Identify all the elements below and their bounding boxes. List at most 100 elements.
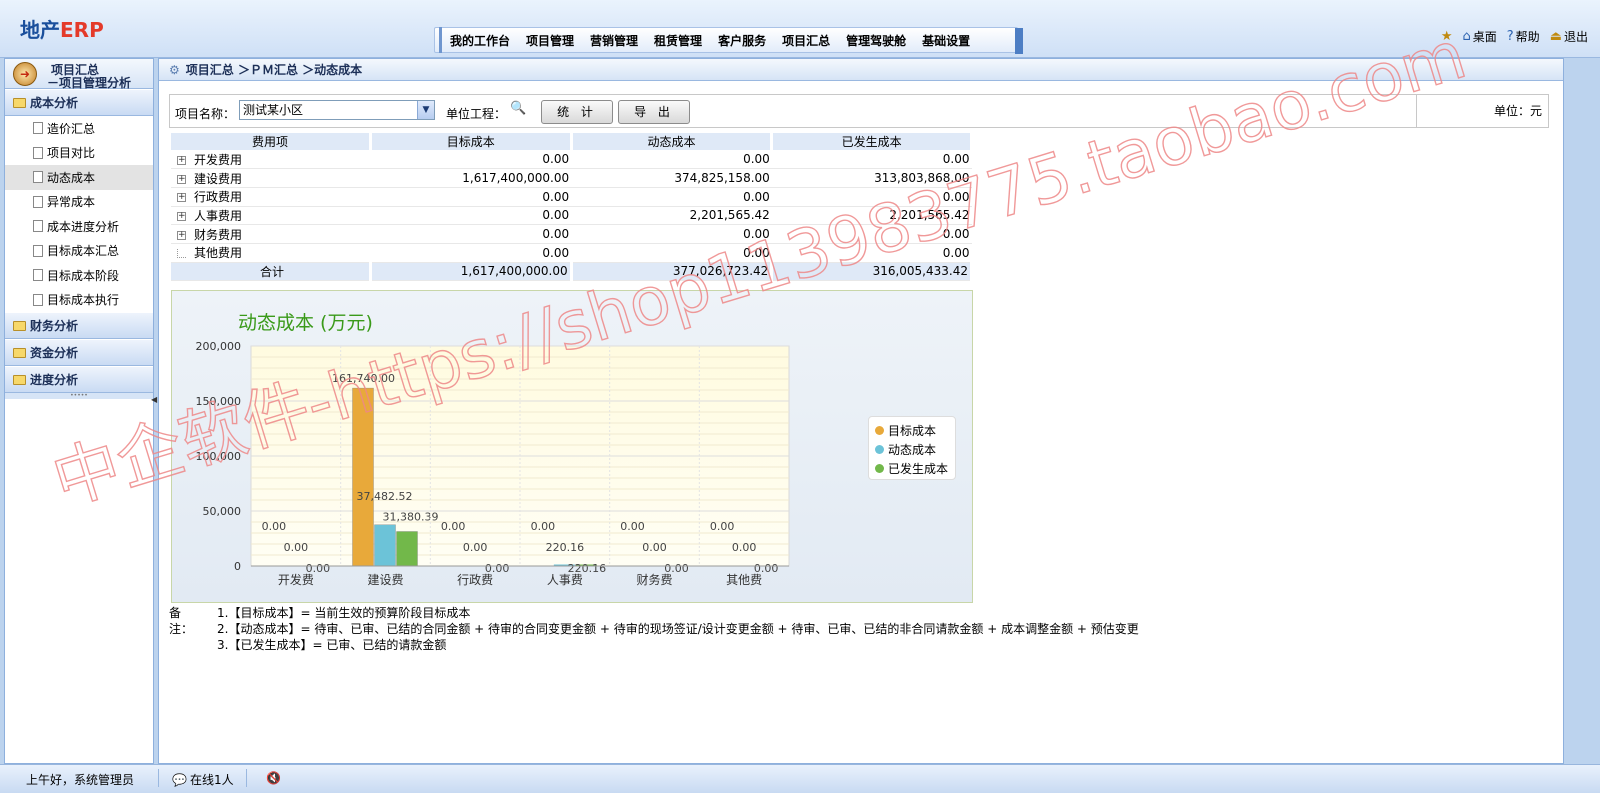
gear-icon: ⚙ [169, 62, 180, 77]
data-label: 0.00 [620, 520, 645, 533]
help-button[interactable]: ? 帮助 [1507, 28, 1540, 45]
chart-legend: 目标成本 动态成本 已发生成本 [868, 416, 956, 480]
sidebar-item-target-summary[interactable]: 目标成本汇总 [5, 239, 153, 264]
cost-item-name: + 行政费用 [171, 187, 371, 207]
cost-item-name: + 建设费用 [171, 168, 371, 188]
chart-panel: 动态成本 (万元) 0 50,000 100,000 150,000 200,000 开发费… [171, 290, 973, 603]
data-label: 0.00 [754, 562, 779, 575]
top-navigation: 我的工作台 项目管理 营销管理 租赁管理 客户服务 项目汇总 管理驾驶舱 基础设… [434, 27, 1023, 54]
cost-item-name: + 开发费用 [171, 150, 371, 170]
stat-button[interactable]: 统 计 [541, 100, 613, 124]
sidebar-header: ➜ 项目汇总 －项目管理分析 [5, 59, 153, 90]
dynamic-cost-cell: 2,201,565.42 [571, 206, 772, 226]
collapse-arrow-icon[interactable]: ◀ [151, 395, 157, 411]
app-header: 地产ERP 我的工作台 项目管理 营销管理 租赁管理 客户服务 项目汇总 管理驾… [0, 0, 1600, 58]
sidebar-item-abnormal-cost[interactable]: 异常成本 [5, 190, 153, 215]
divider [158, 769, 159, 787]
data-label: 0.00 [441, 520, 466, 533]
incurred-cost-cell: 0.00 [771, 243, 972, 263]
legend-item[interactable]: 动态成本 [875, 440, 949, 459]
expand-icon[interactable]: + [177, 230, 186, 240]
table-body: + 开发费用 0.00 0.00 0.00 + 建设费用 1,617,400,000.00 37… [171, 150, 973, 282]
expand-icon[interactable]: + [177, 174, 186, 184]
table-total-row: 合计 1,617,400,000.00 377,026,723.42 316,005,… [171, 262, 973, 282]
document-icon [33, 146, 43, 159]
data-label: 0.00 [710, 520, 735, 533]
sidebar-item-cost-summary[interactable]: 造价汇总 [5, 116, 153, 141]
target-cost-cell: 0.00 [370, 206, 572, 226]
sidebar-group-finance-analysis[interactable]: 财务分析 [5, 312, 153, 339]
data-label: 0.00 [284, 541, 309, 554]
note-line: 1.【目标成本】= 当前生效的预算阶段目标成本 [217, 606, 471, 620]
search-icon[interactable]: 🔍 [510, 101, 526, 116]
expand-icon[interactable]: + [177, 155, 186, 165]
sidebar-item-target-execution[interactable]: 目标成本执行 [5, 288, 153, 313]
column-header: 目标成本 [370, 133, 573, 150]
column-header: 动态成本 [571, 133, 774, 150]
data-label: 0.00 [463, 541, 488, 554]
folder-icon [13, 374, 26, 385]
column-header: 费用项 [171, 133, 372, 150]
sidebar-item-project-compare[interactable]: 项目对比 [5, 141, 153, 166]
sidebar-group-cost-analysis[interactable]: 成本分析 [5, 89, 153, 116]
app-logo: 地产ERP [20, 18, 104, 42]
bar-chart: 动态成本 (万元)050,000100,000150,000200,000开发费… [196, 312, 790, 587]
home-icon: ⌂ [1462, 29, 1471, 44]
y-tick-label: 150,000 [196, 395, 242, 408]
legend-dot [875, 445, 884, 454]
help-icon: ? [1506, 29, 1514, 44]
sidebar-subtitle: －项目管理分析 [47, 76, 132, 90]
nav-workbench[interactable]: 我的工作台 [442, 32, 518, 49]
table-row: + 行政费用 0.00 0.00 0.00 [171, 187, 972, 207]
data-label: 161,740.00 [332, 372, 395, 385]
folder-icon [13, 320, 26, 331]
sidebar-resize-grip[interactable]: ••••• [5, 393, 153, 399]
data-label: 0.00 [531, 520, 556, 533]
sound-toggle[interactable]: 🔇 [266, 771, 281, 785]
incurred-cost-cell: 2,201,565.42 [771, 206, 972, 226]
target-cost-cell: 0.00 [370, 243, 572, 263]
nav-project-summary[interactable]: 项目汇总 [774, 32, 838, 49]
sidebar-group-funds-analysis[interactable]: 资金分析 [5, 339, 153, 366]
table-row: + 建设费用 1,617,400,000.00 374,825,158.00 313,8… [171, 168, 972, 188]
chevron-down-icon[interactable]: ▼ [417, 101, 434, 119]
query-toolbar: 项目名称： 测试某小区 ▼ 单位工程： 🔍 统 计 导 出 单位：元 [169, 94, 1549, 128]
export-button[interactable]: 导 出 [618, 100, 690, 124]
incurred-cost-cell: 0.00 [771, 150, 972, 170]
data-label: 220.16 [546, 541, 585, 554]
data-label: 31,380.39 [383, 510, 439, 523]
sidebar-item-cost-progress[interactable]: 成本进度分析 [5, 214, 153, 239]
desktop-button[interactable]: ⌂ 桌面 [1462, 28, 1496, 45]
data-label: 0.00 [485, 562, 510, 575]
favorite-button[interactable]: ★ [1441, 29, 1453, 44]
legend-item[interactable]: 已发生成本 [875, 459, 949, 478]
dynamic-cost-cell: 0.00 [571, 187, 772, 207]
expand-icon[interactable]: + [177, 211, 186, 221]
cost-item-name: + 财务费用 [171, 224, 371, 244]
nav-project-management[interactable]: 项目管理 [518, 32, 582, 49]
sidebar-item-dynamic-cost[interactable]: 动态成本 [5, 165, 153, 190]
project-select[interactable]: 测试某小区 ▼ [239, 100, 435, 120]
logout-button[interactable]: ⏏ 退出 [1550, 28, 1588, 45]
sidebar: ➜ 项目汇总 －项目管理分析 成本分析 造价汇总 项目对比 动态成本 异常成本 … [4, 58, 154, 764]
legend-dot [875, 426, 884, 435]
legend-item[interactable]: 目标成本 [875, 421, 949, 440]
document-icon [33, 244, 43, 257]
table-row: + 开发费用 0.00 0.00 0.00 [171, 150, 972, 170]
sidebar-group-progress-analysis[interactable]: 进度分析 [5, 366, 153, 393]
nav-leasing-management[interactable]: 租赁管理 [646, 32, 710, 49]
nav-management-cockpit[interactable]: 管理驾驶舱 [838, 32, 914, 49]
target-cost-cell: 0.00 [370, 187, 572, 207]
sidebar-item-target-stage[interactable]: 目标成本阶段 [5, 263, 153, 288]
folder-icon [13, 97, 26, 108]
nav-basic-settings[interactable]: 基础设置 [914, 32, 978, 49]
total-label: 合计 [171, 262, 372, 282]
target-cost-cell: 0.00 [370, 224, 572, 244]
nav-customer-service[interactable]: 客户服务 [710, 32, 774, 49]
exit-icon: ⏏ [1549, 29, 1562, 44]
expand-icon[interactable]: + [177, 193, 186, 203]
online-users[interactable]: 💬 在线1人 [172, 771, 234, 788]
incurred-cost-cell: 313,803,868.00 [771, 168, 972, 188]
nav-sales-management[interactable]: 营销管理 [582, 32, 646, 49]
breadcrumb: ⚙ 项目汇总 ＞ＰＭ汇总 ＞动态成本 [159, 59, 1563, 81]
